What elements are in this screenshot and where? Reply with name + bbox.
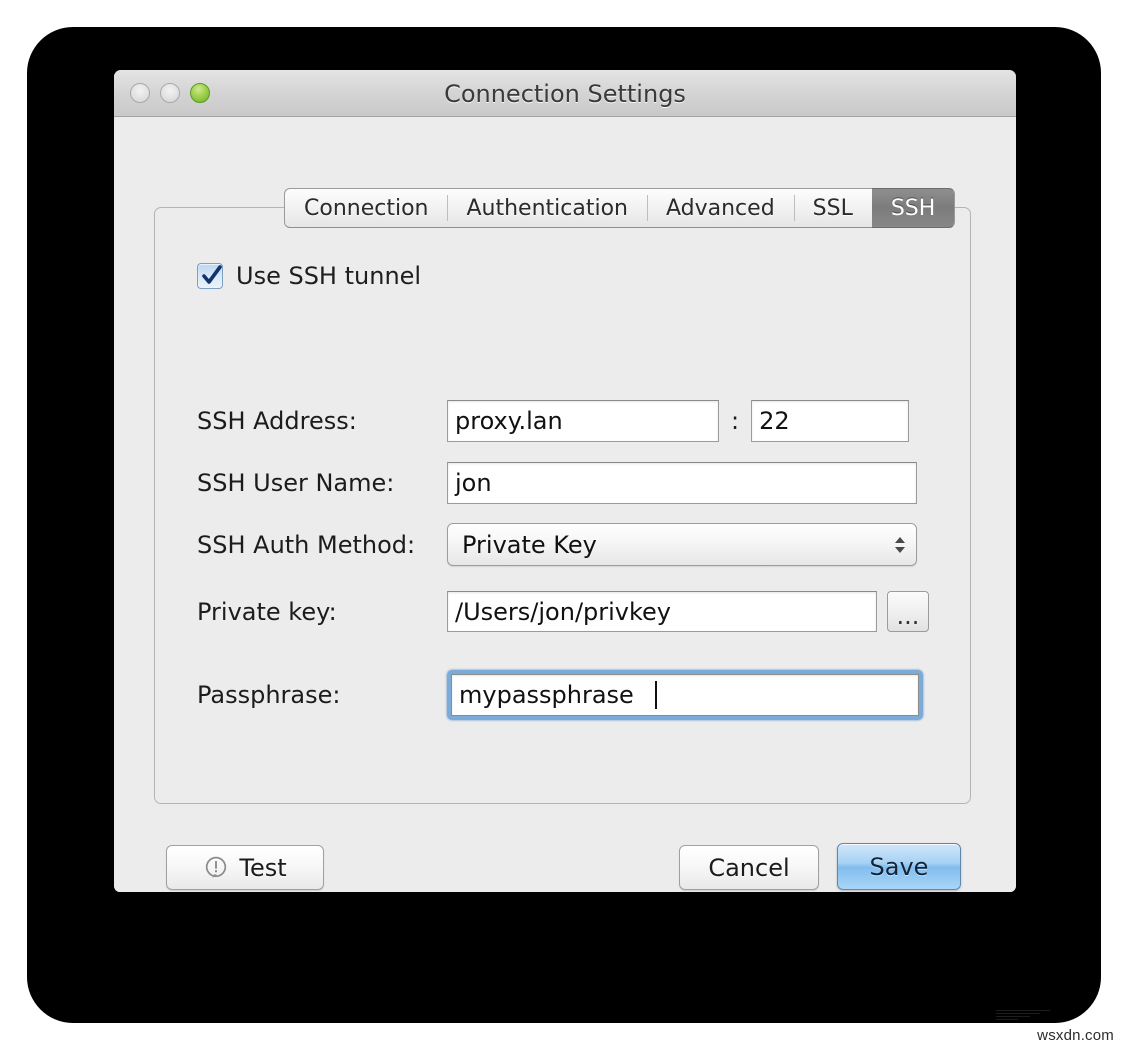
passphrase-value: mypassphrase [459, 681, 634, 709]
tab-authentication-label: Authentication [466, 195, 628, 221]
tab-advanced[interactable]: Advanced [646, 188, 794, 228]
ssh-user-name-input[interactable]: jon [447, 462, 917, 504]
ssh-address-label: SSH Address: [197, 407, 357, 435]
ssh-auth-method-select[interactable]: Private Key [447, 523, 917, 566]
ssh-auth-method-value: Private Key [462, 530, 597, 559]
ssh-user-name-label: SSH User Name: [197, 469, 395, 497]
save-button-label: Save [869, 852, 929, 881]
connection-settings-window: Connection Settings Connection Authentic… [114, 70, 1016, 892]
passphrase-row: Passphrase: mypassphrase [197, 670, 923, 720]
window-title: Connection Settings [444, 80, 686, 108]
alert-circle-icon [206, 856, 227, 878]
passphrase-input[interactable]: mypassphrase [451, 674, 919, 716]
tab-connection[interactable]: Connection [284, 188, 448, 228]
use-ssh-tunnel-row[interactable]: Use SSH tunnel [197, 262, 421, 290]
checkmark-icon [202, 265, 222, 284]
tab-ssh-label: SSH [890, 195, 936, 221]
ssh-user-name-row: SSH User Name: jon [197, 462, 917, 504]
stepper-arrows-icon [895, 536, 905, 553]
test-button[interactable]: Test [166, 845, 324, 890]
private-key-input[interactable]: /Users/jon/privkey [447, 591, 877, 632]
tab-advanced-label: Advanced [665, 195, 775, 221]
tab-connection-label: Connection [304, 195, 429, 221]
save-button[interactable]: Save [837, 843, 961, 890]
private-key-label: Private key: [197, 597, 337, 626]
private-key-browse-button[interactable]: ... [887, 591, 929, 632]
watermark-streaks [996, 1010, 1050, 1024]
ssh-address-input[interactable]: proxy.lan [447, 400, 719, 442]
address-port-separator: : [731, 407, 740, 435]
passphrase-label: Passphrase: [197, 681, 341, 709]
use-ssh-tunnel-label: Use SSH tunnel [236, 262, 422, 290]
cancel-button-label: Cancel [708, 853, 790, 882]
window-body: Connection Authentication Advanced SSL S… [114, 117, 1016, 892]
private-key-row: Private key: /Users/jon/privkey ... [197, 591, 929, 632]
test-button-label: Test [239, 853, 287, 882]
ssh-auth-method-row: SSH Auth Method: Private Key [197, 523, 917, 566]
cancel-button[interactable]: Cancel [679, 845, 819, 890]
ssh-port-input[interactable]: 22 [751, 400, 910, 442]
tab-authentication[interactable]: Authentication [447, 188, 647, 228]
use-ssh-tunnel-checkbox[interactable] [197, 263, 223, 289]
tab-bar: Connection Authentication Advanced SSL S… [284, 188, 956, 228]
ssh-address-row: SSH Address: proxy.lan : 22 [197, 400, 910, 442]
text-caret [655, 681, 657, 709]
watermark-text: wsxdn.com [1037, 1027, 1114, 1044]
window-titlebar: Connection Settings [114, 70, 1016, 117]
tab-ssl[interactable]: SSL [793, 188, 872, 228]
ssh-auth-method-label: SSH Auth Method: [197, 530, 416, 559]
tab-ssl-label: SSL [812, 195, 853, 221]
passphrase-focus-ring: mypassphrase [447, 670, 923, 720]
tab-ssh[interactable]: SSH [871, 188, 956, 228]
